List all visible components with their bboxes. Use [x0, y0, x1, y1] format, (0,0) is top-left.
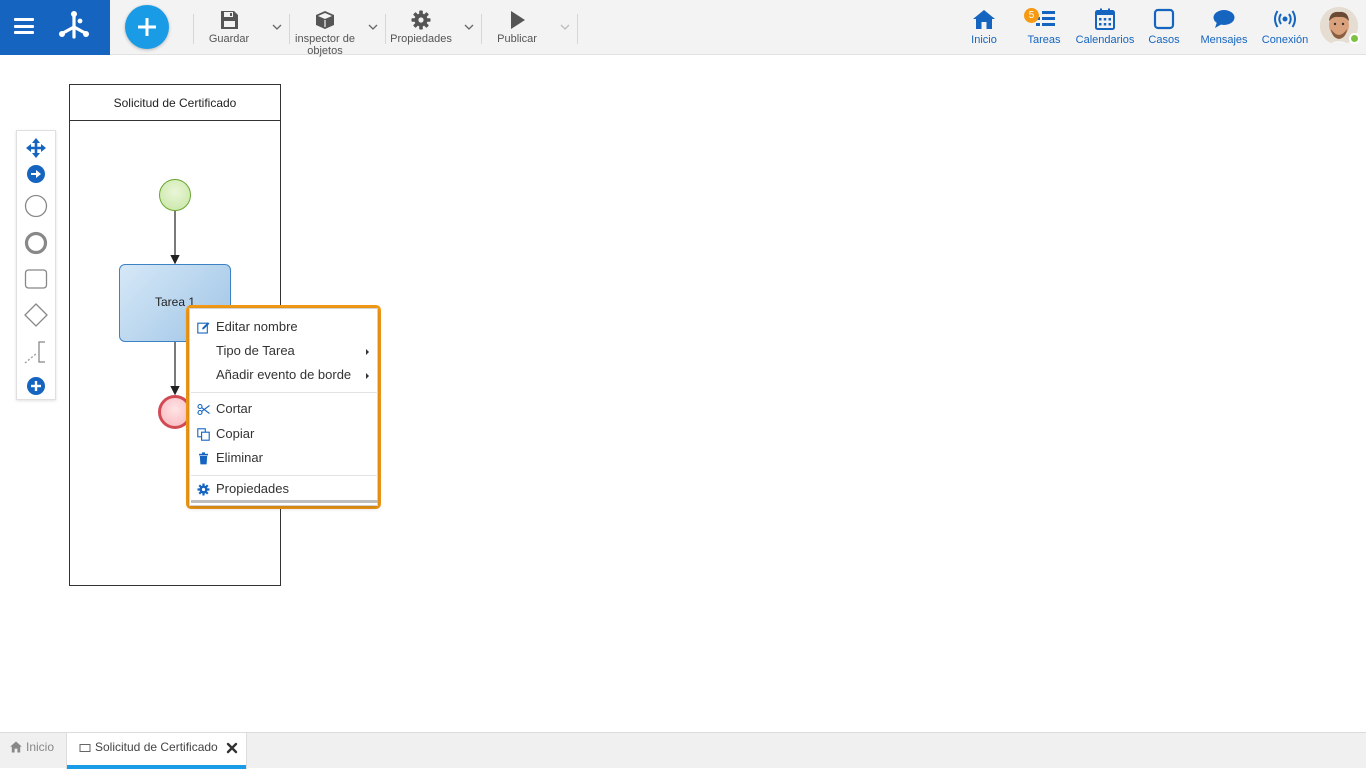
cube-icon	[316, 11, 334, 29]
tab-active-label: Solicitud de Certificado	[95, 740, 218, 754]
tasks-count-badge: 5	[1024, 8, 1039, 23]
menu-item-label: Editar nombre	[216, 319, 298, 334]
trash-icon	[199, 452, 208, 465]
save-dropdown-chevron-down-icon[interactable]	[272, 22, 282, 32]
tab-home[interactable]: Inicio	[0, 733, 66, 769]
menu-item-label: Copiar	[216, 426, 255, 441]
divider	[481, 14, 482, 44]
inspector-label-line1: inspector de	[295, 33, 355, 45]
menu-item-label: Propiedades	[216, 481, 289, 496]
menu-icon[interactable]	[14, 18, 34, 34]
bottom-tab-bar: Inicio Solicitud de Certificado	[0, 732, 1366, 769]
menu-item-cut[interactable]: Cortar	[190, 397, 377, 421]
menu-item-label: Cortar	[216, 401, 253, 416]
nav-home-label: Inicio	[971, 34, 997, 46]
menu-item-delete[interactable]: Eliminar	[190, 446, 377, 470]
copy-icon	[197, 428, 210, 441]
nav-connection-label: Conexión	[1261, 34, 1309, 46]
start-event-circle-icon[interactable]	[23, 193, 49, 219]
submenu-arrow-icon	[366, 349, 369, 355]
home-icon	[10, 741, 22, 753]
menu-item-edit-name[interactable]: Editar nombre	[190, 315, 377, 339]
menu-item-properties[interactable]: Propiedades	[190, 477, 377, 501]
gateway-diamond-icon[interactable]	[23, 302, 49, 328]
nav-cases[interactable]: Casos	[1146, 0, 1182, 55]
diagram-tab-icon	[79, 744, 91, 752]
properties-dropdown-chevron-down-icon[interactable]	[464, 22, 474, 32]
menu-item-label: Eliminar	[216, 450, 263, 465]
scissors-icon	[197, 403, 210, 416]
properties-label: Propiedades	[390, 33, 452, 45]
divider	[385, 14, 386, 44]
nav-calendars[interactable]: Calendarios	[1074, 0, 1136, 55]
calendar-icon	[1095, 8, 1115, 30]
online-status-indicator	[1349, 33, 1360, 44]
annotation-icon[interactable]	[23, 339, 49, 365]
nav-calendars-label: Calendarios	[1075, 34, 1135, 46]
publish-label: Publicar	[497, 33, 537, 45]
save-label: Guardar	[208, 33, 250, 45]
gear-icon	[197, 483, 210, 496]
close-icon[interactable]	[226, 742, 238, 754]
pool-title[interactable]: Solicitud de Certificado	[70, 85, 280, 121]
save-icon	[221, 11, 238, 29]
publish-dropdown-chevron-down-icon[interactable]	[560, 22, 570, 32]
tab-solicitud-de-certificado[interactable]: Solicitud de Certificado	[66, 733, 247, 769]
submenu-arrow-icon	[366, 373, 369, 379]
home-icon	[973, 10, 995, 29]
menu-item-label: Tipo de Tarea	[216, 343, 295, 358]
nav-cases-label: Casos	[1148, 34, 1180, 46]
menu-item-label: Añadir evento de borde	[216, 367, 352, 382]
chat-bubble-icon	[1213, 10, 1235, 28]
menu-divider	[191, 392, 378, 393]
menu-bottom-bar	[191, 500, 378, 503]
nav-messages[interactable]: Mensajes	[1199, 0, 1249, 55]
start-event[interactable]	[159, 179, 191, 211]
divider	[193, 14, 194, 44]
connect-arrow-icon[interactable]	[23, 161, 49, 187]
menu-item-copy[interactable]: Copiar	[190, 422, 377, 446]
tab-home-label: Inicio	[26, 740, 55, 754]
menu-item-add-boundary-event[interactable]: Añadir evento de borde	[190, 363, 377, 387]
nav-tasks[interactable]: Tareas 5	[1024, 0, 1064, 55]
play-icon	[511, 11, 525, 29]
publish-button[interactable]: Publicar	[488, 0, 546, 55]
top-bar: Guardar inspector de objetos Propiedades	[0, 0, 1366, 57]
properties-button[interactable]: Propiedades	[388, 0, 454, 55]
context-menu: Editar nombre Tipo de Tarea Añadir event…	[189, 308, 378, 506]
end-event-circle-icon[interactable]	[23, 230, 49, 256]
tool-palette	[16, 130, 56, 400]
nav-connection[interactable]: Conexión	[1260, 0, 1310, 55]
gear-icon	[411, 10, 431, 30]
more-tools-plus-icon[interactable]	[23, 373, 49, 399]
task-rectangle-icon[interactable]	[23, 266, 49, 292]
divider	[289, 14, 290, 44]
save-button[interactable]: Guardar	[200, 0, 258, 55]
divider	[577, 14, 578, 44]
object-inspector-button[interactable]: inspector de objetos	[292, 0, 358, 57]
nav-home[interactable]: Inicio	[964, 0, 1004, 55]
broadcast-icon	[1274, 10, 1296, 28]
logo-icon[interactable]	[56, 9, 92, 45]
inspector-dropdown-chevron-down-icon[interactable]	[368, 22, 378, 32]
edit-icon	[197, 322, 210, 334]
nav-messages-label: Mensajes	[1200, 34, 1248, 46]
move-icon[interactable]	[23, 135, 49, 161]
menu-item-task-type[interactable]: Tipo de Tarea	[190, 339, 377, 363]
nav-tasks-label: Tareas	[1027, 34, 1061, 46]
brand-area	[0, 0, 110, 55]
inspector-label-line2: objetos	[307, 45, 343, 57]
add-button[interactable]	[125, 5, 169, 49]
case-square-icon	[1153, 8, 1175, 30]
menu-divider	[191, 475, 378, 476]
